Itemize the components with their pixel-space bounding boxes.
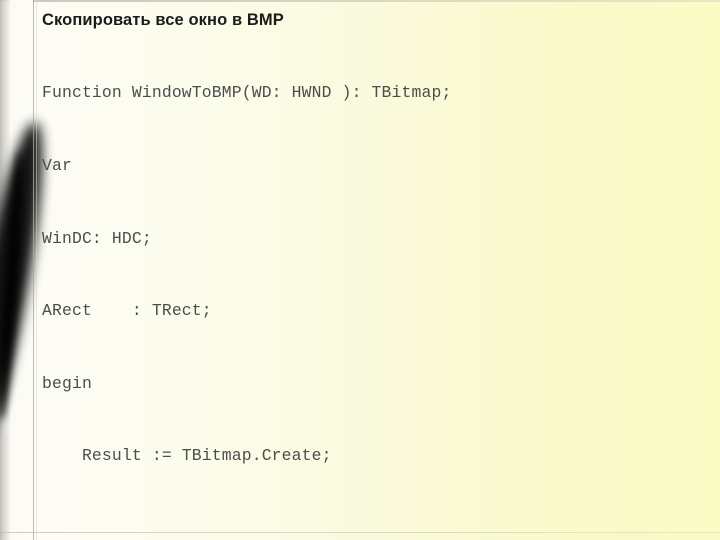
slide-title: Скопировать все окно в BMP — [42, 11, 284, 29]
code-line: Result := TBitmap.Create; — [42, 446, 332, 466]
code-line: Var — [42, 156, 72, 176]
code-line: WinDC: HDC; — [42, 228, 152, 248]
code-line: ARect : TRect; — [42, 301, 212, 321]
slide-content: Скопировать все окно в BMP Function Wind… — [42, 9, 710, 540]
slide-bottom-border — [0, 532, 720, 533]
code-line: Function WindowToBMP(WD: HWND ): TBitmap… — [42, 83, 452, 103]
content-panel-left-rule — [33, 0, 34, 540]
code-line: begin — [42, 373, 92, 393]
content-panel-left-rule-secondary — [36, 0, 37, 540]
code-listing: Function WindowToBMP(WD: HWND ): TBitmap… — [42, 33, 710, 540]
slide-top-border — [0, 0, 720, 2]
presentation-slide: Скопировать все окно в BMP Function Wind… — [0, 0, 720, 540]
